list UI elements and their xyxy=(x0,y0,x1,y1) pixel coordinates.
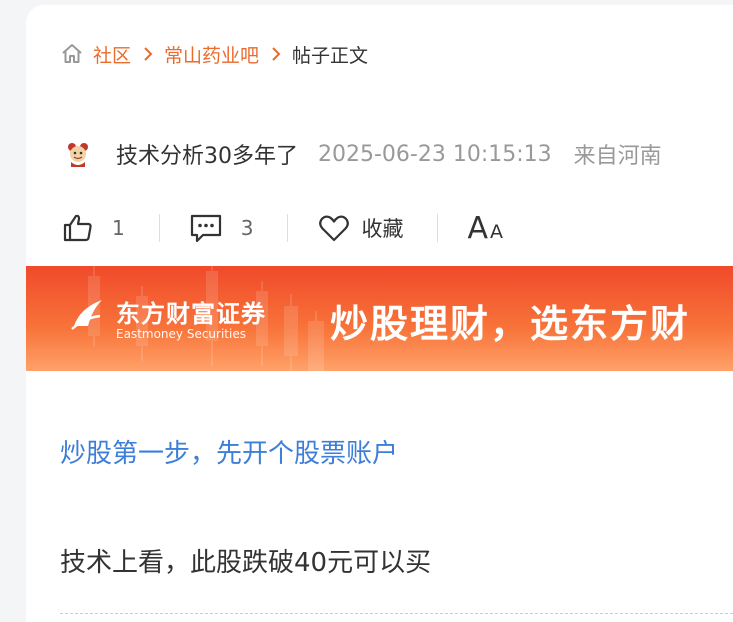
avatar-icon[interactable] xyxy=(64,140,92,168)
heart-icon xyxy=(319,215,350,242)
breadcrumb: 社区 常山药业吧 帖子正文 xyxy=(60,41,368,67)
chevron-right-icon xyxy=(272,47,281,61)
comment-count: 3 xyxy=(240,216,254,240)
divider xyxy=(158,214,160,242)
font-size-small-glyph: A xyxy=(490,220,503,243)
open-account-link[interactable]: 炒股第一步，先开个股票账户 xyxy=(60,433,398,470)
action-bar: 1 3 收藏 A A xyxy=(62,208,503,248)
breadcrumb-current: 帖子正文 xyxy=(292,44,369,67)
banner-brand-name: 东方财富证券 xyxy=(116,300,266,328)
eastmoney-logo-icon xyxy=(71,300,102,330)
favorite-button[interactable]: 收藏 xyxy=(317,212,403,244)
font-size-large-glyph: A xyxy=(467,210,488,246)
favorite-label: 收藏 xyxy=(361,217,404,241)
divider xyxy=(437,214,439,242)
post-card: 社区 常山药业吧 帖子正文 技术分析30多年了 2025-06-23 10:15… xyxy=(26,5,733,622)
comment-button[interactable]: 3 xyxy=(189,212,254,244)
like-count: 1 xyxy=(112,216,125,240)
author-row: 技术分析30多年了 2025-06-23 10:15:13 来自河南 xyxy=(64,138,662,170)
post-location: 来自河南 xyxy=(573,144,662,169)
like-button[interactable]: 1 xyxy=(62,212,125,244)
post-timestamp: 2025-06-23 10:15:13 xyxy=(318,141,552,167)
breadcrumb-forum-link[interactable]: 常山药业吧 xyxy=(164,41,259,68)
comment-icon xyxy=(190,214,221,243)
banner-slogan: 炒股理财，选东方财 xyxy=(330,302,691,346)
banner-brand-english: Eastmoney Securities xyxy=(116,327,246,341)
post-body-text: 技术上看，此股跌破40元可以买 xyxy=(60,548,432,578)
thumbs-up-icon xyxy=(63,214,92,242)
font-size-toggle[interactable]: A A xyxy=(467,211,503,246)
author-name[interactable]: 技术分析30多年了 xyxy=(116,138,298,170)
ad-banner[interactable]: 东方财富证券 Eastmoney Securities 炒股理财，选东方财 xyxy=(26,266,733,371)
content-divider xyxy=(60,613,733,614)
divider xyxy=(287,214,289,242)
home-icon[interactable] xyxy=(60,42,84,66)
chevron-right-icon xyxy=(144,47,153,61)
breadcrumb-community-link[interactable]: 社区 xyxy=(93,41,131,68)
